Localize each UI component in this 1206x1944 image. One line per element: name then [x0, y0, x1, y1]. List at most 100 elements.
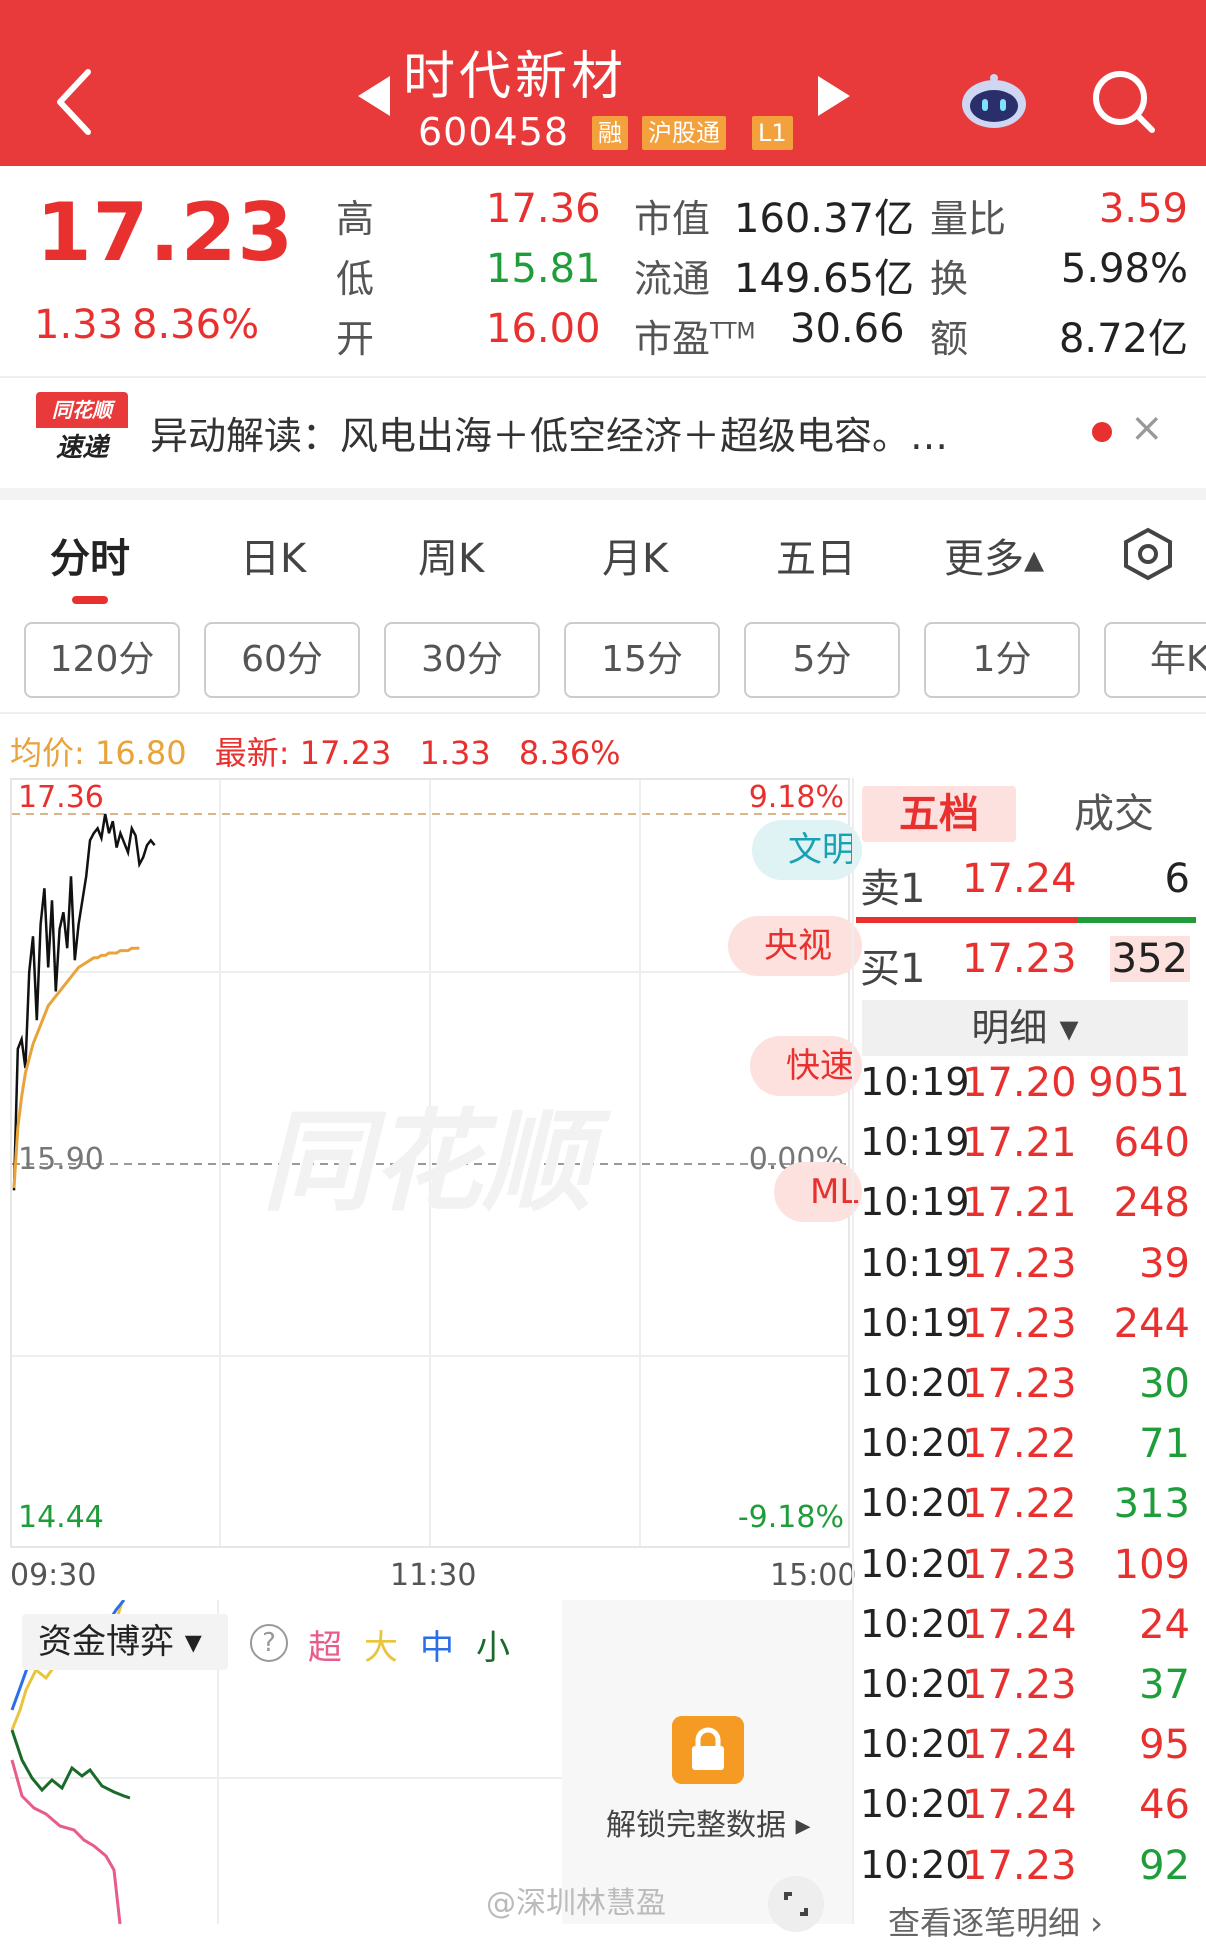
ask-bid-ratio-red [856, 917, 1078, 923]
pe-value: 30.66 [790, 306, 905, 352]
period-60min[interactable]: 60分 [204, 622, 360, 698]
tick-time: 10:20 [860, 1662, 970, 1706]
latest-change: 1.33 [419, 734, 491, 772]
tick-time: 10:19 [860, 1301, 970, 1345]
period-1min[interactable]: 1分 [924, 622, 1080, 698]
tick-price: 17.20 [962, 1060, 1077, 1106]
next-stock-icon[interactable] [818, 76, 850, 116]
latest-price-label: 最新: 17.23 [214, 734, 392, 772]
price-line [12, 813, 156, 1191]
prev-stock-icon[interactable] [358, 76, 390, 116]
tick-price: 17.21 [962, 1120, 1077, 1166]
divider [0, 376, 1206, 378]
connect-badge: 沪股通 [642, 116, 726, 150]
float-value: 149.65亿 [734, 256, 914, 302]
news-headline[interactable]: 异动解读：风电出海＋低空经济＋超级电容。… [150, 405, 948, 460]
view-all-ticks-link[interactable]: 查看逐笔明细 › [888, 1898, 1103, 1944]
tick-volume: 37 [1139, 1662, 1190, 1708]
pct-axis-bottom: -9.18% [737, 1500, 844, 1535]
tick-volume: 92 [1139, 1843, 1190, 1889]
bid-price: 17.23 [962, 936, 1077, 982]
close-news-icon[interactable]: × [1130, 405, 1164, 451]
level-badge: L1 [752, 116, 793, 150]
tick-volume: 95 [1139, 1722, 1190, 1768]
lock-icon[interactable] [672, 1716, 744, 1784]
pct-axis-top: 9.18% [748, 780, 844, 815]
tab-intraday[interactable]: 分时 [50, 526, 130, 584]
tick-time: 10:20 [860, 1843, 970, 1887]
legend-small: 小 [476, 1628, 510, 1668]
tab-more[interactable]: 更多▴ [944, 526, 1044, 584]
header-bar: 时代新材 600458 融 沪股通 L1 [0, 0, 1206, 166]
tab-weekly-k[interactable]: 周K [418, 526, 484, 584]
weibo-watermark: @深圳林慧盈 [486, 1886, 666, 1921]
low-value: 15.81 [486, 246, 601, 292]
ask-volume: 6 [1164, 856, 1190, 902]
turnover-label: 换 [930, 257, 969, 301]
bid-label: 买1 [860, 946, 926, 992]
tick-time: 10:20 [860, 1782, 970, 1826]
period-5min[interactable]: 5分 [744, 622, 900, 698]
y-axis-top: 17.36 [18, 780, 104, 815]
news-bubble[interactable]: 文明 [752, 820, 862, 880]
period-120min[interactable]: 120分 [24, 622, 180, 698]
ask-price: 17.24 [962, 856, 1077, 902]
float-label: 流通 [634, 257, 711, 301]
active-tab-indicator [72, 596, 108, 604]
period-15min[interactable]: 15分 [564, 622, 720, 698]
bid-volume: 352 [1109, 936, 1190, 982]
intraday-chart-svg: 同花顺 [12, 780, 848, 1546]
unlock-data-button[interactable]: 解锁完整数据 ▸ [606, 1800, 811, 1844]
chart-info-line: 均价: 16.80 最新: 17.23 1.33 8.36% [10, 728, 621, 774]
unread-dot [1092, 422, 1112, 442]
tick-price: 17.23 [962, 1542, 1077, 1588]
news-bubble[interactable]: 央视财 [728, 916, 862, 976]
news-bubble[interactable]: 快速 [750, 1036, 862, 1096]
ask-bid-ratio-green [1078, 917, 1196, 923]
news-logo-top: 同花顺 [36, 392, 128, 428]
capital-game-dropdown[interactable]: 资金博弈 ▾ [22, 1614, 228, 1670]
intraday-chart[interactable]: 同花顺 17.36 15.90 14.44 9.18% 0.00% -9.18%… [10, 778, 862, 1548]
tick-time: 10:20 [860, 1722, 970, 1766]
search-icon[interactable] [1090, 68, 1158, 136]
robot-assistant-icon[interactable] [958, 72, 1030, 132]
x-axis-close: 15:00 [770, 1558, 857, 1593]
y-axis-bottom: 14.44 [18, 1500, 104, 1535]
tick-price: 17.23 [962, 1301, 1077, 1347]
period-30min[interactable]: 30分 [384, 622, 540, 698]
back-arrow-icon[interactable] [48, 62, 108, 142]
news-bubble[interactable]: ML [774, 1162, 862, 1222]
tab-monthly-k[interactable]: 月K [602, 526, 668, 584]
x-axis-noon: 11:30 [390, 1558, 477, 1593]
open-value: 16.00 [486, 306, 601, 352]
capital-line-small [10, 1729, 131, 1800]
volratio-value: 3.59 [1098, 186, 1188, 232]
stock-name: 时代新材 [403, 47, 628, 107]
tab-trades[interactable]: 成交 [1040, 786, 1188, 842]
mcap-label: 市值 [634, 197, 711, 241]
tick-volume: 24 [1139, 1602, 1190, 1648]
tab-daily-k[interactable]: 日K [240, 526, 306, 584]
tick-time: 10:19 [860, 1060, 970, 1104]
tick-volume: 313 [1113, 1481, 1190, 1527]
price-change: 1.33 [34, 302, 124, 348]
detail-dropdown[interactable]: 明细 ▾ [862, 1000, 1188, 1056]
x-axis-open: 09:30 [10, 1558, 97, 1593]
ths-news-logo: 同花顺 速递 [36, 392, 128, 468]
mcap-value: 160.37亿 [734, 196, 914, 242]
tab-five-day[interactable]: 五日 [776, 526, 856, 584]
tick-price: 17.23 [962, 1662, 1077, 1708]
price-change-pct: 8.36% [132, 302, 260, 348]
tick-time: 10:20 [860, 1361, 970, 1405]
help-icon[interactable]: ? [250, 1624, 288, 1662]
tick-price: 17.24 [962, 1602, 1077, 1648]
tick-time: 10:19 [860, 1120, 970, 1164]
settings-hexagon-icon[interactable] [1120, 526, 1176, 582]
tick-volume: 640 [1113, 1120, 1190, 1166]
volratio-label: 量比 [930, 197, 1007, 241]
period-yearly[interactable]: 年K [1104, 622, 1206, 698]
tab-five-levels[interactable]: 五档 [862, 786, 1016, 842]
tick-volume: 46 [1139, 1782, 1190, 1828]
capital-line-super [10, 1759, 122, 1924]
latest-change-pct: 8.36% [518, 734, 621, 772]
